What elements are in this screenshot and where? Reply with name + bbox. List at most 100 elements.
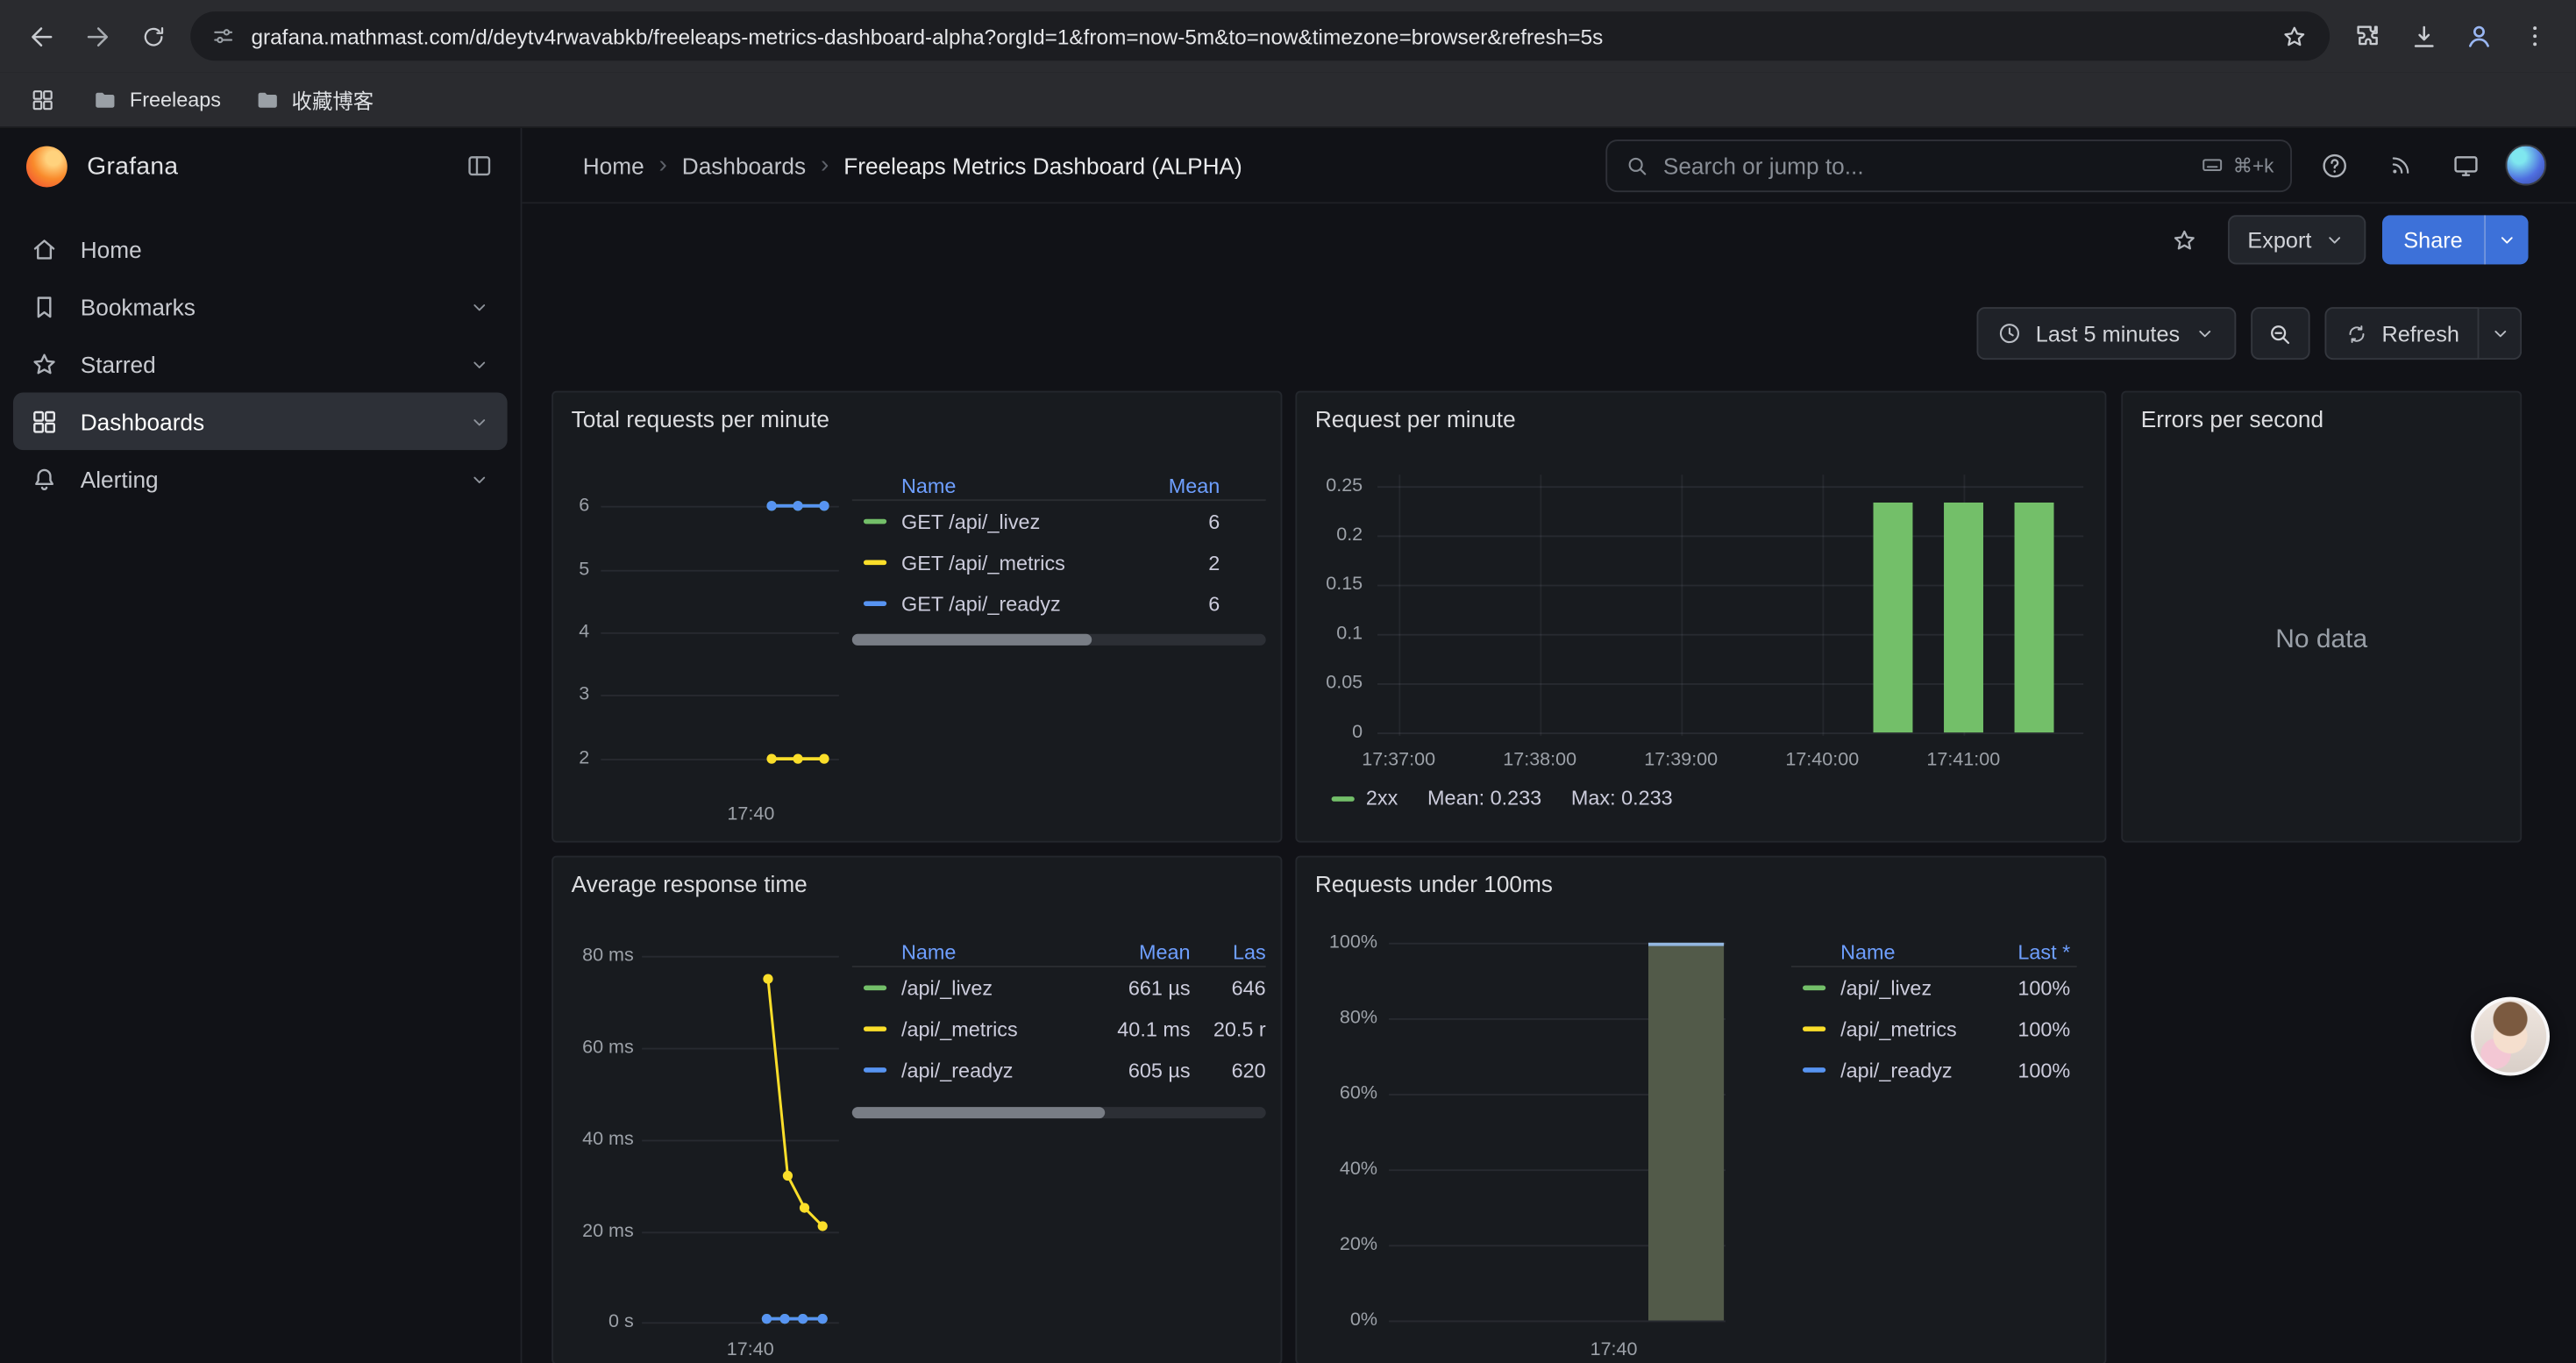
legend-scrollbar-thumb[interactable] xyxy=(852,1107,1105,1118)
legend-row[interactable]: /api/_metrics100% xyxy=(1791,1009,2077,1050)
data-point xyxy=(793,753,803,763)
chevron-down-icon xyxy=(2495,228,2518,251)
panel-title[interactable]: Errors per second xyxy=(2141,406,2323,432)
user-avatar[interactable] xyxy=(2505,145,2546,186)
panel-title[interactable]: Total requests per minute xyxy=(572,406,829,432)
legend-row[interactable]: /api/_metrics40.1 ms20.5 r xyxy=(852,1009,1266,1050)
series-name: /api/_livez xyxy=(901,976,993,999)
x-axis-tick-label: 17:38:00 xyxy=(1484,751,1596,770)
star-icon xyxy=(30,349,60,379)
data-point xyxy=(793,501,803,510)
chevron-down-icon[interactable] xyxy=(468,353,491,375)
bookmark-folder-favorites[interactable]: 收藏博客 xyxy=(240,77,387,122)
legend-row[interactable]: /api/_readyz100% xyxy=(1791,1050,2077,1091)
panel-title[interactable]: Average response time xyxy=(572,870,808,896)
profile-button[interactable] xyxy=(2451,8,2508,64)
chevron-down-icon[interactable] xyxy=(468,467,491,490)
legend-scrollbar[interactable] xyxy=(852,634,1266,646)
bookmark-folder-freeleaps[interactable]: Freeleaps xyxy=(79,80,234,119)
y-axis-tick-label: 3 xyxy=(553,684,589,707)
data-point xyxy=(767,753,777,763)
floating-avatar[interactable] xyxy=(2471,997,2550,1076)
legend-header-last[interactable]: Last * xyxy=(1989,940,2071,963)
chevron-down-icon[interactable] xyxy=(468,410,491,432)
sidebar-item-label: Dashboards xyxy=(81,408,204,434)
legend-row[interactable]: GET /api/_livez6 xyxy=(852,501,1266,542)
legend-row[interactable]: /api/_livez661 µs646 xyxy=(852,967,1266,1009)
time-range-picker[interactable]: Last 5 minutes xyxy=(1976,307,2235,360)
downloads-button[interactable] xyxy=(2395,8,2451,64)
apps-grid-icon xyxy=(30,86,56,112)
series-value: 605 µs xyxy=(1075,1059,1190,1081)
legend-header-name[interactable]: Name xyxy=(852,940,1076,963)
extensions-button[interactable] xyxy=(2339,8,2395,64)
time-range-label: Last 5 minutes xyxy=(2036,321,2180,346)
site-settings-icon[interactable] xyxy=(210,23,237,49)
legend-row[interactable]: GET /api/_metrics2 xyxy=(852,542,1266,583)
breadcrumb-home[interactable]: Home xyxy=(583,152,644,178)
legend-header-mean[interactable]: Mean xyxy=(1121,474,1220,496)
refresh-interval-chevron[interactable] xyxy=(2479,307,2522,360)
profile-icon xyxy=(2463,19,2495,52)
legend-header-las[interactable]: Las xyxy=(1191,940,1266,963)
panel-title[interactable]: Requests under 100ms xyxy=(1315,870,1553,896)
legend-row[interactable]: GET /api/_readyz6 xyxy=(852,583,1266,624)
sidebar-item-label: Home xyxy=(81,236,142,262)
legend-header-name[interactable]: Name xyxy=(1791,940,1989,963)
address-bar[interactable] xyxy=(190,11,2330,61)
reload-button[interactable] xyxy=(125,8,181,64)
sidebar-item-starred[interactable]: Starred xyxy=(13,335,508,393)
sidebar-item-dashboards[interactable]: Dashboards xyxy=(13,393,508,451)
monitor-icon xyxy=(2451,150,2481,180)
favorite-star-button[interactable] xyxy=(2159,213,2211,266)
bar-2xx xyxy=(1944,503,1983,732)
grafana-logo[interactable] xyxy=(26,146,68,187)
bookmark-star-icon[interactable] xyxy=(2266,22,2323,50)
kiosk-mode-button[interactable] xyxy=(2440,139,2493,191)
search-box[interactable]: ⌘+k xyxy=(1605,139,2292,191)
legend-header-name[interactable]: Name xyxy=(852,474,1121,496)
y-axis-tick-label: 4 xyxy=(553,621,589,644)
search-input[interactable] xyxy=(1663,152,2187,178)
chevron-down-icon[interactable] xyxy=(468,295,491,318)
news-button[interactable] xyxy=(2374,139,2427,191)
refresh-icon xyxy=(2344,321,2368,346)
back-button[interactable] xyxy=(13,8,69,64)
series-name: /api/_livez xyxy=(1840,976,1932,999)
legend-scrollbar-thumb[interactable] xyxy=(852,634,1092,646)
sidebar-item-home[interactable]: Home xyxy=(13,220,508,278)
panel-title[interactable]: Request per minute xyxy=(1315,406,1516,432)
share-button[interactable]: Share xyxy=(2382,215,2484,264)
share-menu-chevron[interactable] xyxy=(2484,215,2529,264)
panel-errors-per-second: Errors per second No data xyxy=(2121,391,2522,843)
legend-header-row: NameLast * xyxy=(1791,938,2077,967)
apps-grid-button[interactable] xyxy=(19,76,65,122)
browser-menu-button[interactable] xyxy=(2507,8,2563,64)
breadcrumb-dashboards[interactable]: Dashboards xyxy=(682,152,806,178)
data-point xyxy=(820,753,829,763)
legend-series-2xx[interactable]: 2xx xyxy=(1332,787,1398,810)
series-value: 6 xyxy=(1121,510,1220,532)
y-axis-tick-label: 0 s xyxy=(553,1310,634,1333)
legend-row[interactable]: /api/_livez100% xyxy=(1791,967,2077,1009)
bar-under-100ms xyxy=(1648,943,1724,1320)
sidebar-item-bookmarks[interactable]: Bookmarks xyxy=(13,277,508,335)
sidebar-collapse-icon[interactable] xyxy=(465,151,495,181)
sidebar-item-label: Alerting xyxy=(81,466,159,492)
series-swatch xyxy=(1803,1026,1825,1031)
chevron-down-icon xyxy=(2193,322,2216,345)
zoom-out-button[interactable] xyxy=(2251,307,2309,360)
legend: 2xxMean: 0.233Max: 0.233 xyxy=(1332,787,1673,810)
refresh-button[interactable]: Refresh xyxy=(2324,307,2480,360)
dock-panel-icon xyxy=(465,151,495,181)
star-icon xyxy=(2171,225,2199,253)
help-button[interactable] xyxy=(2309,139,2361,191)
folder-icon xyxy=(253,86,280,112)
export-button[interactable]: Export xyxy=(2228,215,2366,264)
legend-row[interactable]: /api/_readyz605 µs620 xyxy=(852,1050,1266,1091)
legend-scrollbar[interactable] xyxy=(852,1107,1266,1118)
legend-header-mean[interactable]: Mean xyxy=(1075,940,1190,963)
url-input[interactable] xyxy=(251,24,2266,48)
sidebar-item-alerting[interactable]: Alerting xyxy=(13,450,508,508)
forward-button[interactable] xyxy=(69,8,125,64)
